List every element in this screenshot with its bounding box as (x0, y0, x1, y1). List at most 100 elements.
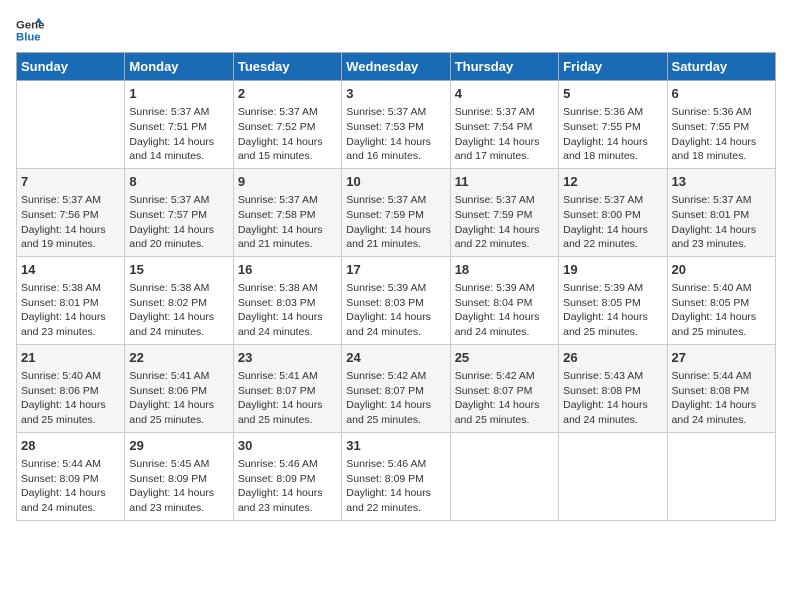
day-number: 1 (129, 85, 228, 103)
cell-content: Sunrise: 5:42 AM Sunset: 8:07 PM Dayligh… (346, 369, 445, 428)
cell-content: Sunrise: 5:41 AM Sunset: 8:07 PM Dayligh… (238, 369, 337, 428)
day-number: 9 (238, 173, 337, 191)
day-number: 18 (455, 261, 554, 279)
day-header-thursday: Thursday (450, 53, 558, 81)
calendar-cell: 9 Sunrise: 5:37 AM Sunset: 7:58 PM Daylig… (233, 168, 341, 256)
cell-content: Sunrise: 5:43 AM Sunset: 8:08 PM Dayligh… (563, 369, 662, 428)
cell-content: Sunrise: 5:37 AM Sunset: 7:58 PM Dayligh… (238, 193, 337, 252)
calendar-header-row: SundayMondayTuesdayWednesdayThursdayFrid… (17, 53, 776, 81)
day-header-friday: Friday (559, 53, 667, 81)
calendar-cell: 17 Sunrise: 5:39 AM Sunset: 8:03 PM Dayli… (342, 256, 450, 344)
logo-icon: General Blue (16, 16, 44, 44)
day-number: 26 (563, 349, 662, 367)
day-number: 16 (238, 261, 337, 279)
day-number: 15 (129, 261, 228, 279)
day-number: 31 (346, 437, 445, 455)
calendar-cell: 13 Sunrise: 5:37 AM Sunset: 8:01 PM Dayli… (667, 168, 775, 256)
day-header-wednesday: Wednesday (342, 53, 450, 81)
day-number: 20 (672, 261, 771, 279)
calendar-week-row: 1 Sunrise: 5:37 AM Sunset: 7:51 PM Daylig… (17, 81, 776, 169)
day-number: 6 (672, 85, 771, 103)
calendar-cell: 27 Sunrise: 5:44 AM Sunset: 8:08 PM Dayli… (667, 344, 775, 432)
cell-content: Sunrise: 5:37 AM Sunset: 7:54 PM Dayligh… (455, 105, 554, 164)
day-number: 5 (563, 85, 662, 103)
calendar-cell: 25 Sunrise: 5:42 AM Sunset: 8:07 PM Dayli… (450, 344, 558, 432)
day-header-sunday: Sunday (17, 53, 125, 81)
cell-content: Sunrise: 5:37 AM Sunset: 7:59 PM Dayligh… (455, 193, 554, 252)
cell-content: Sunrise: 5:37 AM Sunset: 7:57 PM Dayligh… (129, 193, 228, 252)
cell-content: Sunrise: 5:39 AM Sunset: 8:05 PM Dayligh… (563, 281, 662, 340)
cell-content: Sunrise: 5:40 AM Sunset: 8:06 PM Dayligh… (21, 369, 120, 428)
calendar-body: 1 Sunrise: 5:37 AM Sunset: 7:51 PM Daylig… (17, 81, 776, 521)
calendar-table: SundayMondayTuesdayWednesdayThursdayFrid… (16, 52, 776, 521)
day-number: 8 (129, 173, 228, 191)
day-number: 14 (21, 261, 120, 279)
cell-content: Sunrise: 5:38 AM Sunset: 8:02 PM Dayligh… (129, 281, 228, 340)
day-number: 28 (21, 437, 120, 455)
calendar-cell: 30Sunrise: 5:46 AM Sunset: 8:09 PM Dayli… (233, 432, 341, 520)
cell-content: Sunrise: 5:45 AM Sunset: 8:09 PM Dayligh… (129, 457, 228, 516)
calendar-cell: 2 Sunrise: 5:37 AM Sunset: 7:52 PM Daylig… (233, 81, 341, 169)
cell-content: Sunrise: 5:38 AM Sunset: 8:03 PM Dayligh… (238, 281, 337, 340)
day-header-saturday: Saturday (667, 53, 775, 81)
calendar-cell: 7Sunrise: 5:37 AM Sunset: 7:56 PM Daylig… (17, 168, 125, 256)
day-number: 10 (346, 173, 445, 191)
calendar-cell: 6 Sunrise: 5:36 AM Sunset: 7:55 PM Daylig… (667, 81, 775, 169)
cell-content: Sunrise: 5:37 AM Sunset: 7:52 PM Dayligh… (238, 105, 337, 164)
day-number: 21 (21, 349, 120, 367)
calendar-cell: 29 Sunrise: 5:45 AM Sunset: 8:09 PM Dayli… (125, 432, 233, 520)
calendar-week-row: 7Sunrise: 5:37 AM Sunset: 7:56 PM Daylig… (17, 168, 776, 256)
calendar-week-row: 28 Sunrise: 5:44 AM Sunset: 8:09 PM Dayli… (17, 432, 776, 520)
cell-content: Sunrise: 5:37 AM Sunset: 8:01 PM Dayligh… (672, 193, 771, 252)
cell-content: Sunrise: 5:37 AM Sunset: 7:59 PM Dayligh… (346, 193, 445, 252)
calendar-cell: 24 Sunrise: 5:42 AM Sunset: 8:07 PM Dayli… (342, 344, 450, 432)
cell-content: Sunrise: 5:36 AM Sunset: 7:55 PM Dayligh… (563, 105, 662, 164)
calendar-cell: 21 Sunrise: 5:40 AM Sunset: 8:06 PM Dayli… (17, 344, 125, 432)
cell-content: Sunrise: 5:44 AM Sunset: 8:09 PM Dayligh… (21, 457, 120, 516)
svg-text:Blue: Blue (16, 32, 41, 44)
calendar-cell (450, 432, 558, 520)
day-number: 19 (563, 261, 662, 279)
calendar-cell: 3Sunrise: 5:37 AM Sunset: 7:53 PM Daylig… (342, 81, 450, 169)
cell-content: Sunrise: 5:44 AM Sunset: 8:08 PM Dayligh… (672, 369, 771, 428)
day-number: 24 (346, 349, 445, 367)
cell-content: Sunrise: 5:37 AM Sunset: 8:00 PM Dayligh… (563, 193, 662, 252)
calendar-cell: 28 Sunrise: 5:44 AM Sunset: 8:09 PM Dayli… (17, 432, 125, 520)
calendar-cell: 16 Sunrise: 5:38 AM Sunset: 8:03 PM Dayli… (233, 256, 341, 344)
cell-content: Sunrise: 5:41 AM Sunset: 8:06 PM Dayligh… (129, 369, 228, 428)
calendar-cell: 22 Sunrise: 5:41 AM Sunset: 8:06 PM Dayli… (125, 344, 233, 432)
cell-content: Sunrise: 5:39 AM Sunset: 8:03 PM Dayligh… (346, 281, 445, 340)
calendar-cell: 4 Sunrise: 5:37 AM Sunset: 7:54 PM Daylig… (450, 81, 558, 169)
cell-content: Sunrise: 5:37 AM Sunset: 7:51 PM Dayligh… (129, 105, 228, 164)
calendar-cell (559, 432, 667, 520)
day-number: 29 (129, 437, 228, 455)
cell-content: Sunrise: 5:36 AM Sunset: 7:55 PM Dayligh… (672, 105, 771, 164)
day-number: 4 (455, 85, 554, 103)
cell-content: Sunrise: 5:46 AM Sunset: 8:09 PM Dayligh… (346, 457, 445, 516)
calendar-cell (17, 81, 125, 169)
day-number: 17 (346, 261, 445, 279)
calendar-cell: 23Sunrise: 5:41 AM Sunset: 8:07 PM Dayli… (233, 344, 341, 432)
cell-content: Sunrise: 5:38 AM Sunset: 8:01 PM Dayligh… (21, 281, 120, 340)
cell-content: Sunrise: 5:46 AM Sunset: 8:09 PM Dayligh… (238, 457, 337, 516)
calendar-cell: 8 Sunrise: 5:37 AM Sunset: 7:57 PM Daylig… (125, 168, 233, 256)
calendar-cell: 20Sunrise: 5:40 AM Sunset: 8:05 PM Dayli… (667, 256, 775, 344)
cell-content: Sunrise: 5:42 AM Sunset: 8:07 PM Dayligh… (455, 369, 554, 428)
day-number: 12 (563, 173, 662, 191)
calendar-cell: 15 Sunrise: 5:38 AM Sunset: 8:02 PM Dayli… (125, 256, 233, 344)
day-number: 22 (129, 349, 228, 367)
day-header-tuesday: Tuesday (233, 53, 341, 81)
cell-content: Sunrise: 5:37 AM Sunset: 7:56 PM Dayligh… (21, 193, 120, 252)
day-number: 27 (672, 349, 771, 367)
day-number: 25 (455, 349, 554, 367)
calendar-cell: 1 Sunrise: 5:37 AM Sunset: 7:51 PM Daylig… (125, 81, 233, 169)
day-number: 13 (672, 173, 771, 191)
day-header-monday: Monday (125, 53, 233, 81)
header: General Blue (16, 16, 776, 44)
calendar-cell: 5 Sunrise: 5:36 AM Sunset: 7:55 PM Daylig… (559, 81, 667, 169)
day-number: 2 (238, 85, 337, 103)
calendar-cell: 14 Sunrise: 5:38 AM Sunset: 8:01 PM Dayli… (17, 256, 125, 344)
calendar-cell: 18Sunrise: 5:39 AM Sunset: 8:04 PM Dayli… (450, 256, 558, 344)
calendar-cell: 19 Sunrise: 5:39 AM Sunset: 8:05 PM Dayli… (559, 256, 667, 344)
day-number: 11 (455, 173, 554, 191)
